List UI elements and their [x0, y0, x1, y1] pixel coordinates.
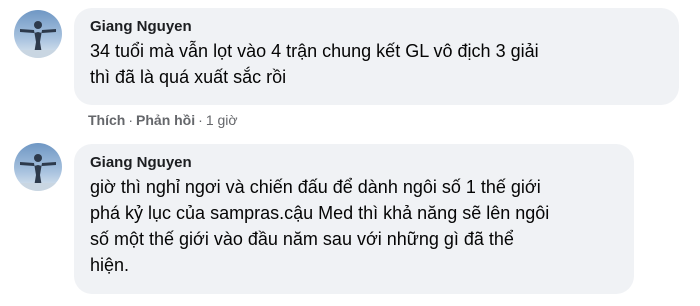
comment-text-line: số một thế giới vào đầu năm sau với nhữn… [90, 229, 514, 249]
comment-timestamp[interactable]: 1 giờ [206, 112, 238, 128]
avatar[interactable] [14, 143, 62, 191]
comment-text: 34 tuổi mà vẫn lọt vào 4 trận chung kết … [90, 38, 663, 90]
comment-bubble: Giang Nguyen giờ thì nghỉ ngơi và chiến … [74, 144, 634, 294]
comment-text-line: giờ thì nghỉ ngơi và chiến đấu để dành n… [90, 177, 541, 197]
reply-button[interactable]: Phản hồi [136, 112, 195, 128]
separator: · [198, 112, 203, 128]
comment-text-line: phá kỷ lục của sampras.cậu Med thì khả n… [90, 203, 550, 223]
separator: · [128, 112, 134, 128]
comment-actions: Thích · Phản hồi · 1 giờ [88, 111, 238, 129]
comment-text-line: 34 tuổi mà vẫn lọt vào 4 trận chung kết … [90, 41, 539, 61]
avatar[interactable] [14, 10, 62, 58]
comment-text-line: hiện. [90, 255, 130, 275]
comment-text: giờ thì nghỉ ngơi và chiến đấu để dành n… [90, 174, 618, 278]
like-button[interactable]: Thích [88, 112, 125, 128]
comment-bubble: Giang Nguyen 34 tuổi mà vẫn lọt vào 4 tr… [74, 8, 679, 105]
comment-author[interactable]: Giang Nguyen [90, 153, 618, 173]
comment-text-line: thì đã là quá xuất sắc rồi [90, 67, 287, 87]
comment-author[interactable]: Giang Nguyen [90, 17, 663, 37]
